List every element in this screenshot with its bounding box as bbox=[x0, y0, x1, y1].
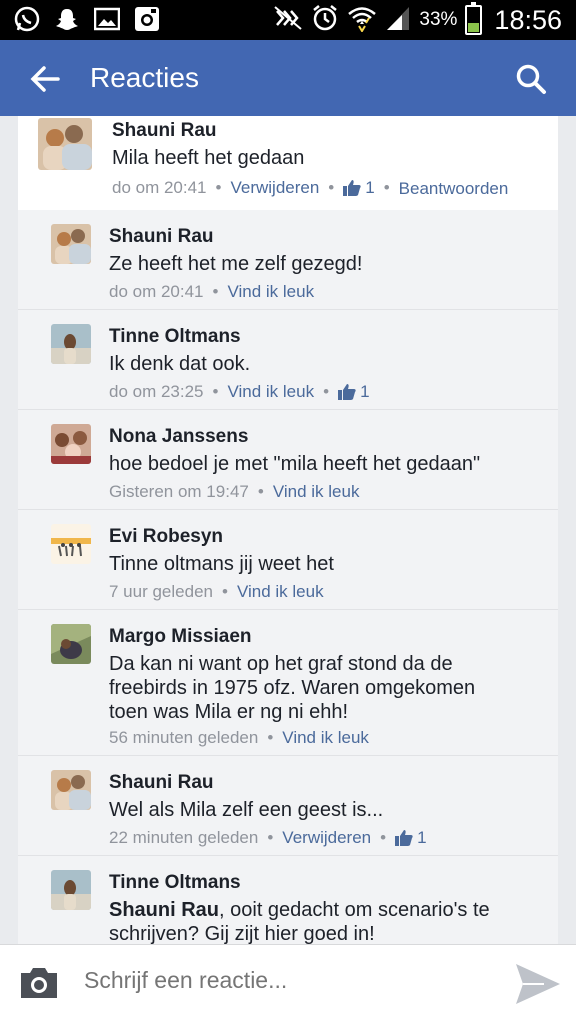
comment-meta: do om 20:41 • Verwijderen • 1 • Beantwoo… bbox=[112, 177, 509, 199]
back-arrow-icon[interactable] bbox=[28, 62, 62, 96]
comment-text: Shauni Rau, ooit gedacht om scenario's t… bbox=[109, 898, 529, 944]
comment-input[interactable] bbox=[84, 967, 484, 994]
camera-icon[interactable] bbox=[18, 965, 60, 1001]
avatar[interactable] bbox=[51, 324, 91, 364]
avatar[interactable] bbox=[51, 770, 91, 810]
comment-text: Ze heeft het me zelf gezegd! bbox=[109, 253, 363, 275]
comment-meta: 7 uur geleden • Vind ik leuk bbox=[109, 582, 324, 602]
comment-text: hoe bedoel je met "mila heeft het gedaan… bbox=[109, 453, 481, 475]
status-bar: 33% 18:56 bbox=[0, 0, 576, 40]
comment-item: Margo Missiaen Da kan ni want op het gra… bbox=[18, 610, 558, 756]
alarm-icon bbox=[311, 4, 339, 37]
avatar[interactable] bbox=[38, 118, 92, 170]
comment-list[interactable]: Shauni Rau Mila heeft het gedaan do om 2… bbox=[18, 116, 558, 944]
nfc-mute-icon bbox=[273, 5, 303, 36]
like-count-value: 1 bbox=[365, 177, 375, 197]
comment-item: Evi Robesyn Tinne oltmans jij weet het 7… bbox=[18, 510, 558, 610]
comment-time: do om 20:41 bbox=[112, 177, 207, 197]
like-link[interactable]: Vind ik leuk bbox=[237, 582, 324, 602]
like-count[interactable]: 1 bbox=[395, 828, 427, 848]
comment-author[interactable]: Nona Janssens bbox=[109, 426, 248, 448]
battery-icon bbox=[465, 2, 483, 35]
wifi-icon bbox=[347, 4, 377, 37]
comment-meta: do om 23:25 • Vind ik leuk • 1 bbox=[109, 382, 370, 402]
like-count-value: 1 bbox=[417, 828, 427, 847]
comment-author[interactable]: Margo Missiaen bbox=[109, 626, 252, 648]
battery-percent: 33% bbox=[419, 9, 458, 30]
thumbs-up-icon bbox=[343, 179, 361, 196]
comment-time: do om 23:25 bbox=[109, 382, 204, 401]
comment-text: Ik denk dat ook. bbox=[109, 353, 251, 375]
comment-item: Nona Janssens hoe bedoel je met "mila he… bbox=[18, 410, 558, 510]
gallery-icon bbox=[92, 4, 122, 34]
comment-time: 7 uur geleden bbox=[109, 582, 213, 601]
like-link[interactable]: Vind ik leuk bbox=[273, 482, 360, 502]
snapchat-icon bbox=[52, 4, 82, 34]
thumbs-up-icon bbox=[338, 384, 356, 400]
comment-author[interactable]: Tinne Oltmans bbox=[109, 872, 241, 894]
avatar[interactable] bbox=[51, 524, 91, 564]
comment-author[interactable]: Shauni Rau bbox=[112, 120, 217, 142]
whatsapp-icon bbox=[12, 4, 42, 34]
comment-item: Shauni Rau Ze heeft het me zelf gezegd! … bbox=[18, 210, 558, 310]
comment-item: Tinne Oltmans Shauni Rau, ooit gedacht o… bbox=[18, 856, 558, 944]
search-icon[interactable] bbox=[514, 62, 548, 96]
comment-author[interactable]: Tinne Oltmans bbox=[109, 326, 241, 348]
delete-link[interactable]: Verwijderen bbox=[282, 828, 371, 848]
avatar[interactable] bbox=[51, 870, 91, 910]
page-title: Reacties bbox=[90, 62, 199, 93]
comment-author[interactable]: Evi Robesyn bbox=[109, 526, 223, 548]
app-bar: Reacties bbox=[0, 40, 576, 116]
comment-text: Tinne oltmans jij weet het bbox=[109, 553, 334, 575]
comment-meta: 56 minuten geleden • Vind ik leuk bbox=[109, 728, 369, 748]
signal-icon bbox=[385, 5, 411, 36]
comment-text: Mila heeft het gedaan bbox=[112, 147, 305, 169]
comment-item: Shauni Rau Mila heeft het gedaan do om 2… bbox=[18, 116, 558, 210]
mention-link[interactable]: Shauni Rau bbox=[109, 899, 219, 921]
comment-item: Shauni Rau Wel als Mila zelf een geest i… bbox=[18, 756, 558, 856]
comment-time: 22 minuten geleden bbox=[109, 828, 259, 847]
comment-time: 56 minuten geleden bbox=[109, 728, 259, 747]
comment-author[interactable]: Shauni Rau bbox=[109, 772, 214, 794]
clock: 18:56 bbox=[494, 4, 562, 35]
send-icon[interactable] bbox=[514, 961, 562, 1007]
delete-link[interactable]: Verwijderen bbox=[230, 178, 319, 198]
thumbs-up-icon bbox=[395, 830, 413, 846]
like-link[interactable]: Vind ik leuk bbox=[227, 382, 314, 402]
reply-link[interactable]: Beantwoorden bbox=[399, 179, 509, 199]
comment-composer bbox=[0, 944, 576, 1025]
comment-text: Wel als Mila zelf een geest is... bbox=[109, 799, 384, 821]
instagram-icon bbox=[132, 4, 162, 34]
like-count[interactable]: 1 bbox=[338, 382, 370, 402]
like-link[interactable]: Vind ik leuk bbox=[282, 728, 369, 748]
comment-author[interactable]: Shauni Rau bbox=[109, 226, 214, 248]
like-count[interactable]: 1 bbox=[343, 177, 375, 198]
comment-time: Gisteren om 19:47 bbox=[109, 482, 249, 501]
like-link[interactable]: Vind ik leuk bbox=[227, 282, 314, 302]
avatar[interactable] bbox=[51, 424, 91, 464]
comment-meta: Gisteren om 19:47 • Vind ik leuk bbox=[109, 482, 360, 502]
comment-time: do om 20:41 bbox=[109, 282, 204, 301]
comment-text: Da kan ni want op het graf stond da de f… bbox=[109, 653, 476, 723]
comment-meta: 22 minuten geleden • Verwijderen • 1 bbox=[109, 828, 427, 848]
comment-item: Tinne Oltmans Ik denk dat ook. do om 23:… bbox=[18, 310, 558, 410]
comment-meta: do om 20:41 • Vind ik leuk bbox=[109, 282, 315, 302]
avatar[interactable] bbox=[51, 624, 91, 664]
like-count-value: 1 bbox=[360, 382, 370, 401]
avatar[interactable] bbox=[51, 224, 91, 264]
